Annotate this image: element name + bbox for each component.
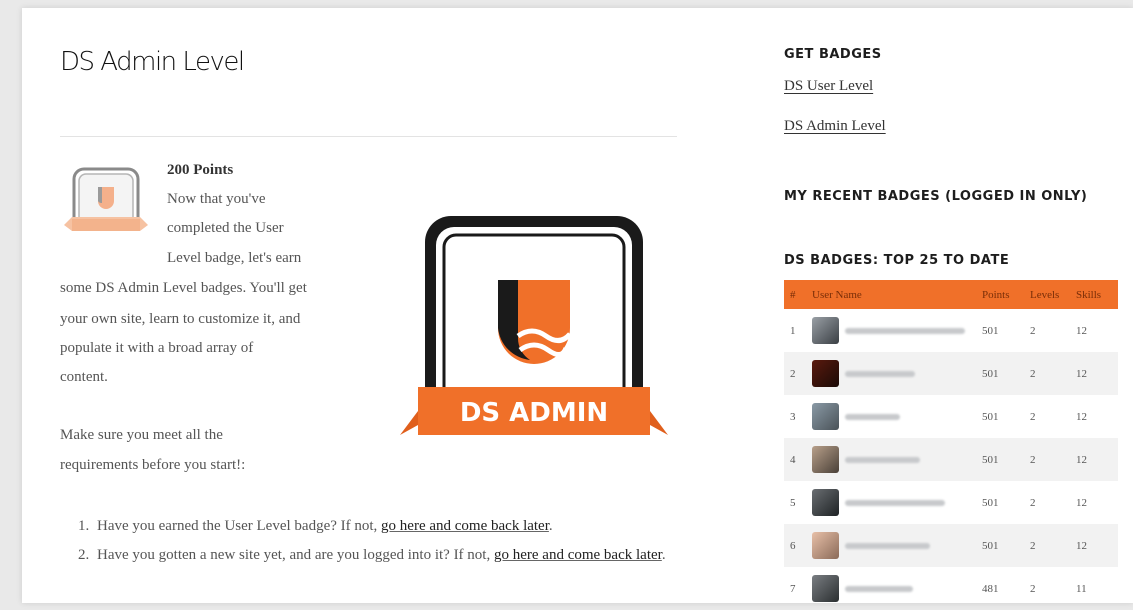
username-redacted bbox=[845, 456, 920, 463]
skills-cell: 12 bbox=[1076, 496, 1087, 509]
go-here-link[interactable]: go here and come back later bbox=[494, 547, 662, 563]
avatar[interactable] bbox=[812, 489, 839, 516]
leaderboard-row: 7 481 2 11 bbox=[784, 567, 1118, 610]
username-redacted bbox=[845, 370, 915, 377]
rank-cell: 4 bbox=[790, 453, 796, 466]
badge-banner-text: DS ADMIN bbox=[460, 398, 608, 428]
user-cell bbox=[812, 524, 982, 567]
username-redacted bbox=[845, 542, 930, 549]
leaderboard-row: 4 501 2 12 bbox=[784, 438, 1118, 481]
levels-cell: 2 bbox=[1030, 582, 1036, 595]
levels-cell: 2 bbox=[1030, 539, 1036, 552]
rank-cell: 6 bbox=[790, 539, 796, 552]
points-cell: 501 bbox=[982, 539, 999, 552]
requirement-punct: . bbox=[548, 518, 553, 534]
skills-cell: 12 bbox=[1076, 539, 1087, 552]
skills-cell: 11 bbox=[1076, 582, 1087, 595]
levels-cell: 2 bbox=[1030, 324, 1036, 337]
levels-cell: 2 bbox=[1030, 410, 1036, 423]
col-points-header[interactable]: Points bbox=[982, 280, 1030, 309]
intro-text-line: some DS Admin Level badges. You'll get bbox=[60, 280, 307, 296]
rank-cell: 2 bbox=[790, 367, 796, 380]
ds-user-level-link[interactable]: DS User Level bbox=[784, 78, 873, 95]
rank-cell: 3 bbox=[790, 410, 796, 423]
avatar[interactable] bbox=[812, 317, 839, 344]
requirements-intro-line: requirements before you start!: bbox=[60, 457, 246, 473]
username-redacted bbox=[845, 499, 945, 506]
requirements-list: 1. Have you earned the User Level badge?… bbox=[78, 512, 673, 570]
rank-cell: 7 bbox=[790, 582, 796, 595]
leaderboard-row: 3 501 2 12 bbox=[784, 395, 1118, 438]
leaderboard-table: # User Name Points Levels Skills 1 501 2… bbox=[784, 280, 1118, 610]
go-here-link[interactable]: go here and come back later bbox=[381, 518, 549, 534]
col-levels-header[interactable]: Levels bbox=[1030, 280, 1076, 309]
user-cell bbox=[812, 567, 982, 610]
points-cell: 501 bbox=[982, 496, 999, 509]
user-cell bbox=[812, 309, 982, 352]
intro-text-line: Now that you've bbox=[167, 191, 266, 207]
requirements-intro-line: Make sure you meet all the bbox=[60, 427, 223, 443]
avatar[interactable] bbox=[812, 532, 839, 559]
col-rank-header[interactable]: # bbox=[784, 280, 812, 309]
requirement-text: Have you earned the User Level badge? If… bbox=[97, 518, 382, 534]
title-divider bbox=[60, 136, 677, 137]
levels-cell: 2 bbox=[1030, 453, 1036, 466]
points-cell: 501 bbox=[982, 324, 999, 337]
ds-admin-level-link[interactable]: DS Admin Level bbox=[784, 118, 886, 135]
requirement-text: Have you gotten a new site yet, and are … bbox=[97, 547, 494, 563]
requirement-item: 1. Have you earned the User Level badge?… bbox=[78, 512, 673, 541]
username-redacted bbox=[845, 413, 900, 420]
ds-admin-badge-image: DS ADMIN bbox=[400, 216, 668, 435]
username-redacted bbox=[845, 327, 965, 334]
col-skills-header[interactable]: Skills bbox=[1076, 280, 1118, 309]
page-title: DS Admin Level bbox=[60, 47, 245, 77]
points-cell: 501 bbox=[982, 410, 999, 423]
col-username-header[interactable]: User Name bbox=[812, 280, 982, 309]
skills-cell: 12 bbox=[1076, 324, 1087, 337]
username-redacted bbox=[845, 585, 913, 592]
skills-cell: 12 bbox=[1076, 367, 1087, 380]
rank-cell: 1 bbox=[790, 324, 796, 337]
user-cell bbox=[812, 481, 982, 524]
requirement-item: 2. Have you gotten a new site yet, and a… bbox=[78, 541, 673, 570]
points-cell: 501 bbox=[982, 453, 999, 466]
levels-cell: 2 bbox=[1030, 496, 1036, 509]
user-cell bbox=[812, 352, 982, 395]
rank-cell: 5 bbox=[790, 496, 796, 509]
get-badges-heading: GET BADGES bbox=[784, 47, 882, 62]
skills-cell: 12 bbox=[1076, 410, 1087, 423]
avatar[interactable] bbox=[812, 446, 839, 473]
intro-text-line: completed the User bbox=[167, 220, 284, 236]
leaderboard-row: 6 501 2 12 bbox=[784, 524, 1118, 567]
top-badges-heading: DS BADGES: TOP 25 TO DATE bbox=[784, 253, 1010, 268]
points-label: 200 Points bbox=[167, 162, 234, 178]
intro-text-line: populate it with a broad array of bbox=[60, 340, 254, 356]
requirement-number: 2. bbox=[78, 547, 90, 563]
requirement-punct: . bbox=[661, 547, 666, 563]
avatar[interactable] bbox=[812, 360, 839, 387]
leaderboard-row: 2 501 2 12 bbox=[784, 352, 1118, 395]
recent-badges-heading: MY RECENT BADGES (LOGGED IN ONLY) bbox=[784, 189, 1088, 204]
points-cell: 481 bbox=[982, 582, 999, 595]
points-cell: 501 bbox=[982, 367, 999, 380]
skills-cell: 12 bbox=[1076, 453, 1087, 466]
intro-text-line: content. bbox=[60, 369, 108, 385]
leaderboard-header-row: # User Name Points Levels Skills bbox=[784, 280, 1118, 309]
intro-text-line: Level badge, let's earn bbox=[167, 250, 302, 266]
requirement-number: 1. bbox=[78, 518, 90, 534]
user-cell bbox=[812, 395, 982, 438]
intro-text-line: your own site, learn to customize it, an… bbox=[60, 311, 301, 327]
avatar[interactable] bbox=[812, 575, 839, 602]
leaderboard-row: 5 501 2 12 bbox=[784, 481, 1118, 524]
levels-cell: 2 bbox=[1030, 367, 1036, 380]
leaderboard-row: 1 501 2 12 bbox=[784, 309, 1118, 352]
avatar[interactable] bbox=[812, 403, 839, 430]
small-badge-icon bbox=[64, 167, 148, 231]
user-cell bbox=[812, 438, 982, 481]
